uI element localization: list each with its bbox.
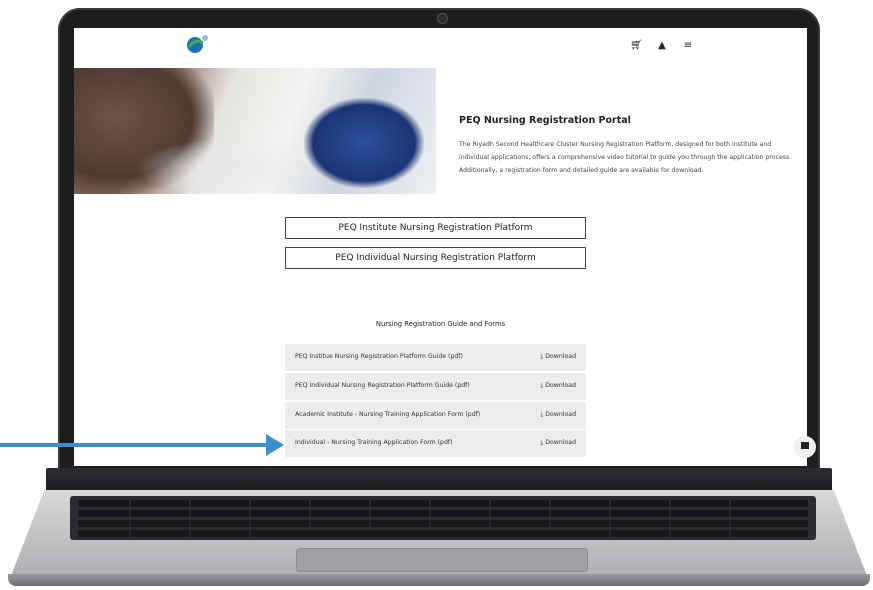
download-row: Individual - Nursing Training Applicatio…	[285, 430, 586, 457]
hero-image-glove	[304, 98, 424, 188]
pointer-arrow-icon	[266, 434, 284, 456]
download-row: PEQ Institue Nursing Registration Platfo…	[285, 344, 586, 371]
guides-section-title: Nursing Registration Guide and Forms	[375, 320, 506, 328]
individual-platform-button[interactable]: PEQ Individual Nursing Registration Plat…	[285, 247, 586, 269]
laptop-keyboard	[70, 496, 816, 540]
download-label: Download	[545, 382, 576, 389]
laptop-trackpad	[296, 548, 588, 572]
hero-image	[74, 68, 436, 194]
download-link[interactable]: ⤓ Download	[541, 439, 576, 447]
hero-description: The Riyadh Second Healthcare Cluster Nur…	[459, 141, 792, 174]
peq-logo-icon[interactable]	[184, 32, 210, 58]
download-link[interactable]: ⤓ Download	[541, 382, 576, 390]
hamburger-menu-icon[interactable]: ≡	[682, 40, 694, 51]
laptop-base-edge	[8, 574, 870, 586]
download-link[interactable]: ⤓ Download	[541, 411, 576, 419]
download-item-name: PEQ Institue Nursing Registration Platfo…	[295, 353, 463, 360]
download-link[interactable]: ⤓ Download	[541, 353, 576, 361]
download-item-name: PEQ Individual Nursing Registration Plat…	[295, 382, 470, 389]
browser-screen: 🛒︎ ▲ ≡ PEQ Nursing Registration Portal T…	[74, 28, 807, 466]
download-item-name: Individual - Nursing Training Applicatio…	[295, 439, 453, 446]
cart-icon[interactable]: 🛒︎	[630, 40, 643, 51]
pointer-arrow-line	[0, 443, 272, 447]
download-row: Academic Institute - Nursing Training Ap…	[285, 402, 586, 429]
download-label: Download	[545, 353, 576, 360]
download-row: PEQ Individual Nursing Registration Plat…	[285, 373, 586, 400]
download-item-name: Academic Institute - Nursing Training Ap…	[295, 411, 481, 418]
page-title: PEQ Nursing Registration Portal	[459, 115, 631, 126]
institute-platform-button[interactable]: PEQ Institute Nursing Registration Platf…	[285, 217, 586, 239]
download-label: Download	[545, 439, 576, 446]
keyboard-keys	[78, 500, 808, 537]
webcam	[437, 13, 448, 24]
header-icons: 🛒︎ ▲ ≡	[630, 40, 694, 51]
download-label: Download	[545, 411, 576, 418]
chat-button[interactable]	[794, 436, 816, 458]
user-icon[interactable]: ▲	[656, 40, 668, 51]
